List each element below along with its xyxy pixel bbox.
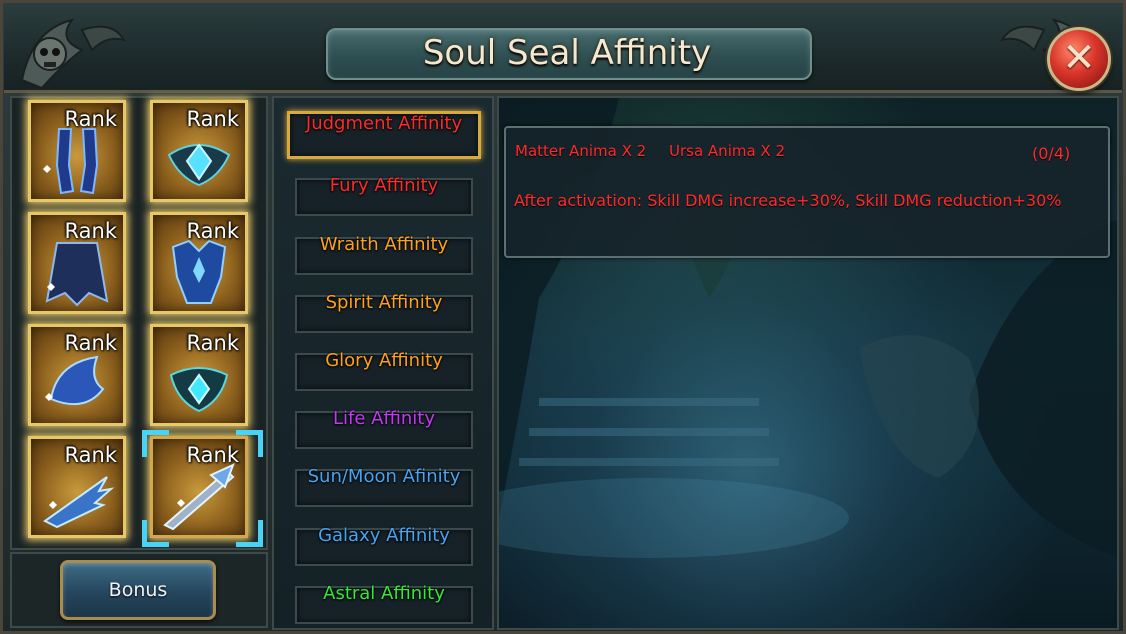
- affinity-label-judgment[interactable]: Judgment Affinity: [284, 113, 484, 134]
- skull-ornament-icon: [20, 18, 127, 90]
- window-header: Soul Seal Affinity ✕: [4, 4, 1122, 93]
- selection-corner: [236, 520, 263, 547]
- selection-corner: [142, 520, 169, 547]
- cloak-armor-icon: [45, 242, 109, 307]
- affinity-label-galaxy[interactable]: Galaxy Affinity: [284, 525, 484, 546]
- item-card-1[interactable]: Rank: [28, 100, 126, 202]
- close-button[interactable]: ✕: [1047, 27, 1111, 91]
- item-card-3[interactable]: Rank: [28, 212, 126, 314]
- item-card-5[interactable]: Rank: [28, 324, 126, 426]
- item-card-6[interactable]: Rank: [150, 324, 248, 426]
- affinity-label-spirit[interactable]: Spirit Affinity: [284, 292, 484, 313]
- affinity-effect-text: After activation: Skill DMG increase+30%…: [514, 191, 1062, 210]
- rank-label: Rank: [64, 219, 117, 243]
- item-card-2[interactable]: Rank: [150, 100, 248, 202]
- rank-label: Rank: [186, 331, 239, 355]
- rank-label: Rank: [64, 107, 117, 131]
- progress-count: (0/4): [1032, 144, 1071, 163]
- affinity-label-wraith[interactable]: Wraith Affinity: [284, 234, 484, 255]
- rank-label: Rank: [186, 443, 239, 467]
- affinity-label-sun-moon[interactable]: Sun/Moon Afinity: [284, 466, 484, 487]
- window-title: Soul Seal Affinity: [422, 33, 712, 73]
- rank-label: Rank: [186, 219, 239, 243]
- claw-weapon-icon: [43, 476, 115, 529]
- item-card-7[interactable]: Rank: [28, 436, 126, 538]
- close-x-icon: ✕: [1062, 35, 1096, 81]
- item-card-4[interactable]: Rank: [150, 212, 248, 314]
- selection-corner: [142, 430, 169, 457]
- requirement-2: Ursa Anima X 2: [669, 142, 786, 160]
- spear-weapon-icon: [163, 463, 235, 531]
- affinity-label-glory[interactable]: Glory Affinity: [284, 350, 484, 371]
- rank-label: Rank: [64, 443, 117, 467]
- gem-pendant-icon: [169, 367, 229, 413]
- shoulder-guard-icon: [45, 355, 105, 406]
- selection-corner: [236, 430, 263, 457]
- leg-armor-icon: [43, 128, 99, 195]
- requirement-1: Matter Anima X 2: [515, 142, 647, 160]
- affinity-label-astral[interactable]: Astral Affinity: [284, 583, 484, 604]
- bonus-button[interactable]: Bonus: [60, 560, 216, 620]
- affinity-label-fury[interactable]: Fury Affinity: [284, 175, 484, 196]
- rank-label: Rank: [64, 331, 117, 355]
- affinity-label-life[interactable]: Life Affinity: [284, 408, 484, 429]
- chest-armor-icon: [171, 239, 227, 304]
- crystal-amulet-icon: [167, 143, 231, 187]
- rank-label: Rank: [186, 107, 239, 131]
